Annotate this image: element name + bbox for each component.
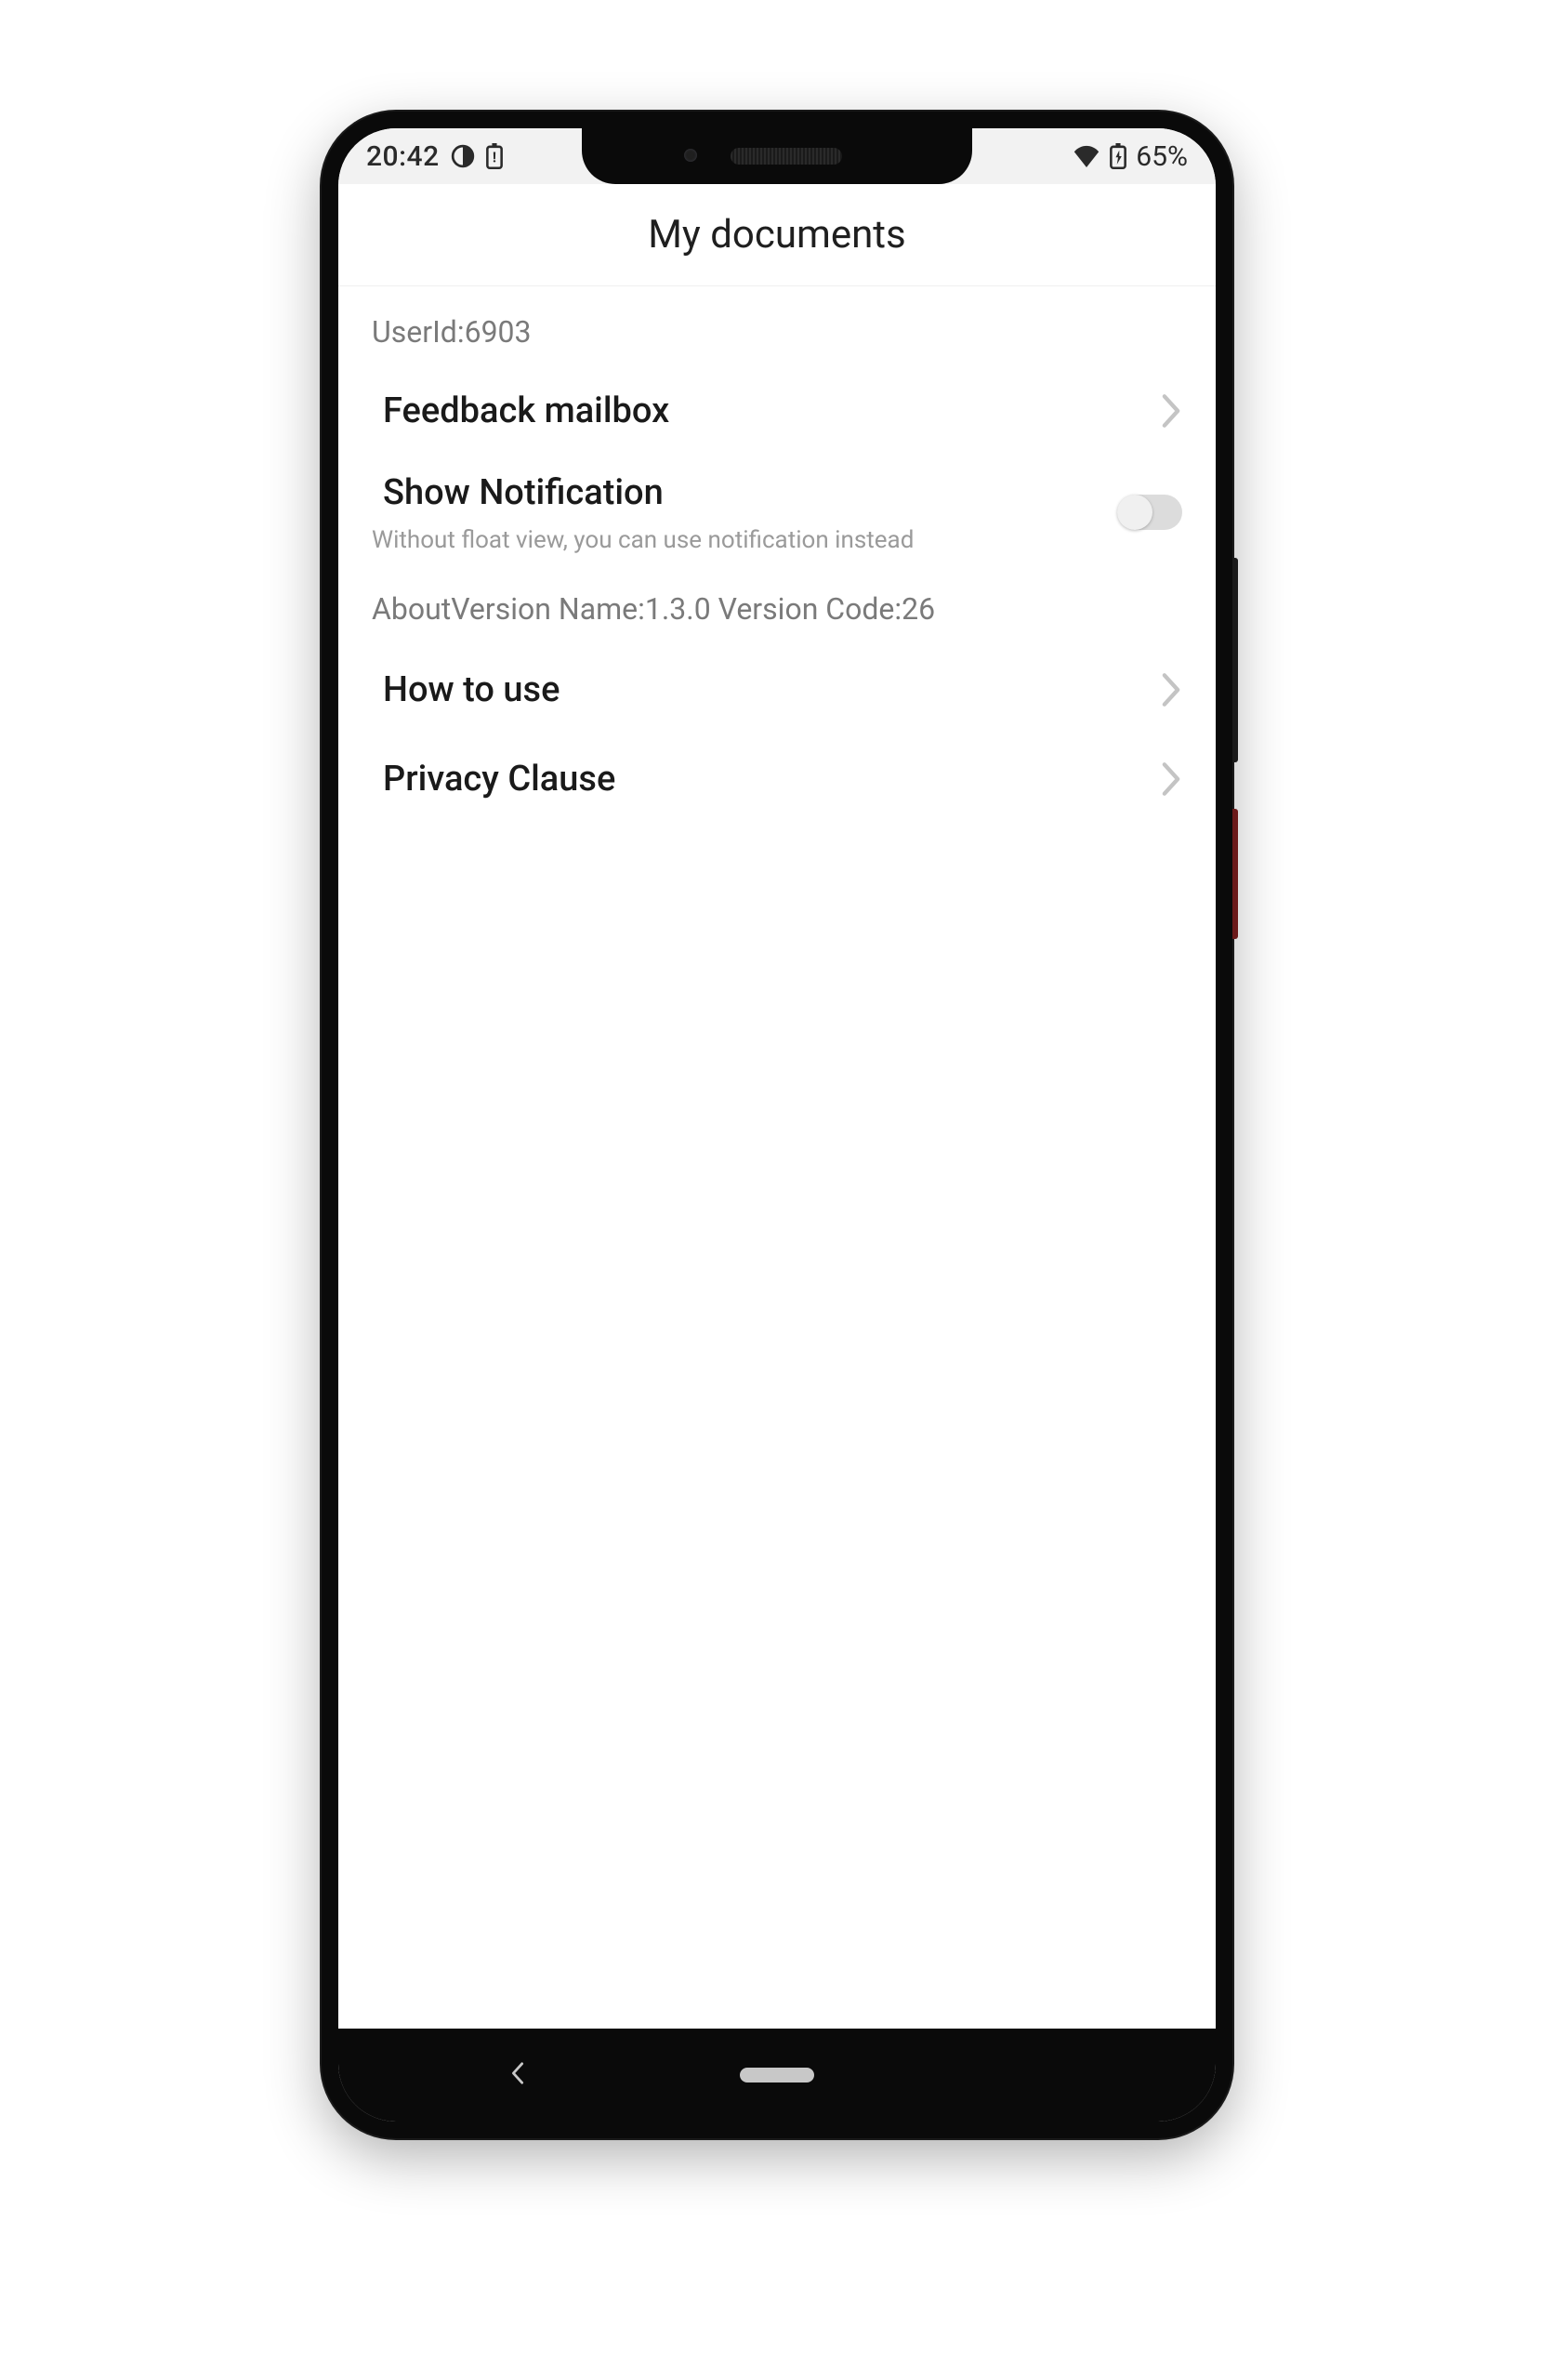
chevron-right-icon — [1160, 671, 1182, 708]
battery-percent: 65% — [1136, 140, 1188, 173]
nav-home-pill[interactable] — [740, 2068, 814, 2082]
row-how-to-use-label: How to use — [383, 669, 560, 710]
status-time: 20:42 — [366, 140, 440, 173]
row-show-notification: Show Notification Without float view, yo… — [338, 456, 1216, 560]
chevron-right-icon — [1160, 392, 1182, 430]
notch — [582, 128, 972, 184]
phone-frame: 20:42 ! 65% My documents — [322, 112, 1232, 2138]
page-title: My documents — [648, 212, 905, 258]
show-notification-description: Without float view, you can use notifica… — [372, 526, 1117, 554]
svg-text:!: ! — [493, 149, 496, 165]
row-privacy-label: Privacy Clause — [383, 759, 615, 800]
user-id-label: UserId:6903 — [338, 286, 1216, 366]
app-body: My documents UserId:6903 Feedback mailbo… — [338, 184, 1216, 2029]
row-privacy-clause[interactable]: Privacy Clause — [338, 734, 1216, 824]
show-notification-toggle[interactable] — [1117, 495, 1182, 530]
low-battery-device-icon: ! — [486, 143, 503, 169]
app-status-icon — [451, 144, 475, 168]
front-camera — [684, 149, 697, 162]
system-nav-bar — [338, 2029, 1216, 2122]
wifi-icon — [1073, 145, 1100, 167]
toggle-thumb — [1117, 495, 1152, 530]
content: UserId:6903 Feedback mailbox Show Notifi… — [338, 286, 1216, 824]
status-right: 65% — [1073, 140, 1188, 173]
power-button — [1232, 809, 1238, 939]
about-version-text: AboutVersion Name:1.3.0 Version Code:26 — [338, 560, 1216, 645]
show-notification-label: Show Notification — [383, 472, 1117, 513]
chevron-right-icon — [1160, 760, 1182, 798]
row-feedback-mailbox[interactable]: Feedback mailbox — [338, 366, 1216, 456]
screen: 20:42 ! 65% My documents — [338, 128, 1216, 2122]
speaker-grille — [731, 148, 842, 165]
status-left: 20:42 ! — [366, 140, 503, 173]
nav-back-button[interactable] — [506, 2061, 530, 2089]
volume-button — [1232, 558, 1238, 762]
battery-charging-icon — [1110, 143, 1126, 169]
title-bar: My documents — [338, 184, 1216, 286]
row-how-to-use[interactable]: How to use — [338, 645, 1216, 734]
row-feedback-label: Feedback mailbox — [383, 390, 669, 431]
